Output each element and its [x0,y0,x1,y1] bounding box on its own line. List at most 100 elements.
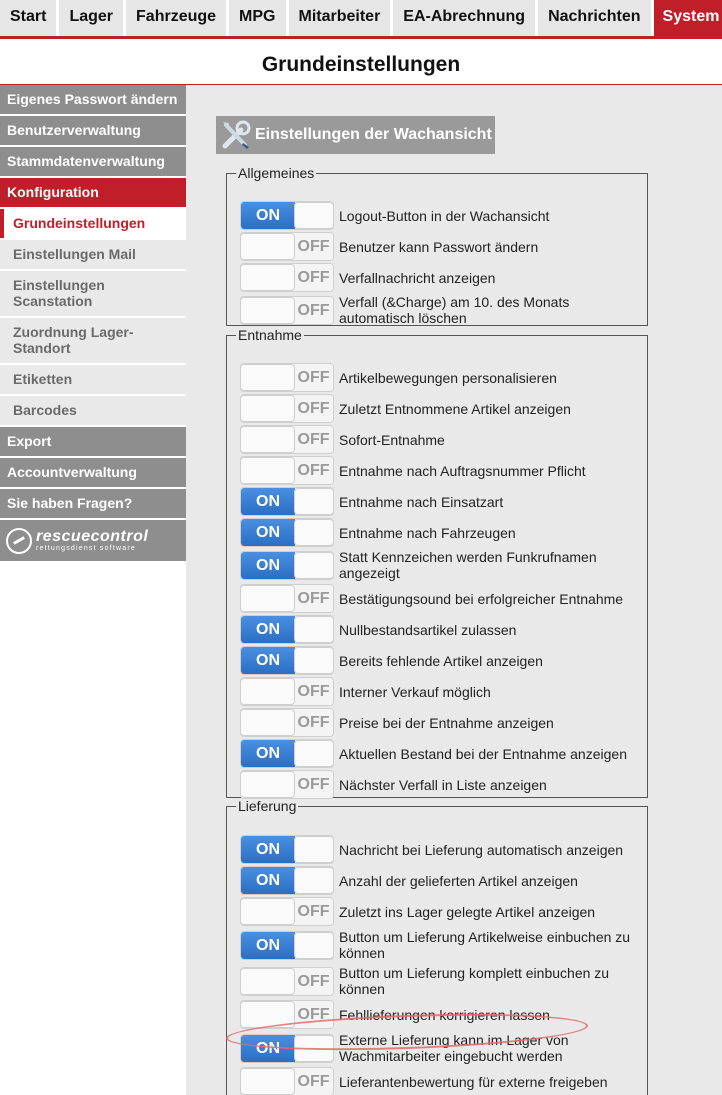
toggle-knob [294,519,333,546]
setting-toggle[interactable]: ONOFF [240,835,334,864]
setting-label: Zuletzt Entnommene Artikel anzeigen [339,400,571,417]
setting-row: ONOFF Bestätigungsound bei erfolgreicher … [240,584,640,613]
setting-toggle[interactable]: ONOFF [240,1033,334,1063]
nav-tab-system[interactable]: System [653,0,722,36]
setting-toggle[interactable]: ONOFF [240,615,334,644]
toggle-off-label: OFF [294,1001,333,1028]
toggle-on-label: ON [241,867,295,894]
setting-toggle[interactable]: ONOFF [240,584,334,613]
group-legend: Entnahme [238,327,302,343]
sidebar-subitem-barcodes[interactable]: Barcodes [0,396,186,425]
nav-tab-mpg[interactable]: MPG [229,0,286,36]
nav-tab-lager[interactable]: Lager [59,0,124,36]
sidebar-subitem-einstellungen-mail[interactable]: Einstellungen Mail [0,240,186,269]
setting-row: ONOFFExterne Lieferung kann im Lager von… [240,1032,640,1064]
setting-row: ONOFFButton um Lieferung Artikelweise ei… [240,929,640,961]
setting-toggle[interactable]: ONOFF [240,487,334,516]
toggle-off-label: OFF [294,709,333,736]
setting-toggle[interactable]: ONOFF [240,930,334,960]
setting-row: ONOFF Nächster Verfall in Liste anzeigen [240,770,640,799]
toggle-knob [241,264,295,291]
tools-icon [219,119,252,152]
setting-label: Button um Lieferung Artikelweise einbuch… [339,929,631,961]
sidebar-item-fragen[interactable]: Sie haben Fragen? [0,489,186,518]
sidebar-item-export[interactable]: Export [0,427,186,456]
group-legend: Allgemeines [238,165,315,181]
setting-toggle[interactable]: ONOFF [240,263,334,292]
setting-toggle[interactable]: ONOFF [240,866,334,895]
setting-label: Benutzer kann Passwort ändern [339,238,539,255]
setting-label: Fehllieferungen korrigieren lassen [339,1006,550,1023]
setting-toggle[interactable]: ONOFF [240,677,334,706]
sidebar-subitem-grundeinstellungen[interactable]: Grundeinstellungen [0,209,186,238]
toggle-on-label: ON [241,1034,295,1062]
toggle-knob [241,898,295,925]
setting-toggle[interactable]: ONOFF [240,646,334,675]
nav-tab-fahrzeuge[interactable]: Fahrzeuge [126,0,227,36]
setting-label: Entnahme nach Fahrzeugen [339,524,516,541]
setting-toggle[interactable]: ONOFF [240,394,334,423]
setting-label: Interner Verkauf möglich [339,683,491,700]
group-legend: Lieferung [238,798,297,814]
nav-tab-mitarbeiter[interactable]: Mitarbeiter [288,0,391,36]
setting-label: Button um Lieferung komplett einbuchen z… [339,965,610,997]
settings-group-entnahme: Entnahme ONOFFArtikelbewegungen personali… [226,327,648,799]
setting-toggle[interactable]: ONOFF [240,708,334,737]
toggle-knob [294,931,333,959]
setting-label: Nullbestandsartikel zulassen [339,621,517,638]
setting-toggle[interactable]: ONOFF [240,739,334,768]
setting-toggle[interactable]: ONOFF [240,363,334,392]
sidebar-item-accountverwaltung[interactable]: Accountverwaltung [0,458,186,487]
setting-toggle[interactable]: ONOFF [240,1000,334,1029]
setting-label: Logout-Button in der Wachansicht [339,207,550,224]
setting-label: Entnahme nach Auftragsnummer Pflicht [339,462,586,479]
nav-tab-nachrichten[interactable]: Nachrichten [538,0,651,36]
sidebar-item-passwort[interactable]: Eigenes Passwort ändern [0,85,186,114]
toggle-on-label: ON [241,551,295,579]
setting-row: ONOFF Zuletzt Entnommene Artikel anzeigen [240,394,640,423]
toggle-on-label: ON [241,647,295,674]
toggle-knob [294,616,333,643]
sidebar-subitem-etiketten[interactable]: Etiketten [0,365,186,394]
sidebar-subitem-einstellungen-scanstation[interactable]: Einstellungen Scanstation [0,271,186,316]
setting-row: ONOFF Interner Verkauf möglich [240,677,640,706]
setting-label: Nachricht bei Lieferung automatisch anze… [339,841,624,858]
setting-label: Preise bei der Entnahme anzeigen [339,714,554,731]
setting-toggle[interactable]: ONOFF [240,295,334,325]
toggle-off-label: OFF [294,296,333,324]
toggle-knob [241,364,295,391]
toggle-knob [294,1034,333,1062]
setting-toggle[interactable]: ONOFF [240,897,334,926]
toggle-off-label: OFF [294,395,333,422]
setting-row: ONOFF Nullbestandsartikel zulassen [240,615,640,644]
rescuecontrol-logo[interactable]: rescuecontrol rettungsdienst software [0,520,186,561]
setting-toggle[interactable]: ONOFF [240,425,334,454]
section-header: Einstellungen der Wachansicht [216,116,495,154]
setting-toggle[interactable]: ONOFF [240,456,334,485]
toggle-knob [241,1068,295,1095]
sidebar-subitem-zuordnung-lager-standort[interactable]: Zuordnung Lager-Standort [0,318,186,363]
nav-tab-ea-abrechnung[interactable]: EA-Abrechnung [393,0,536,36]
nav-tab-start[interactable]: Start [0,0,57,36]
sidebar-item-konfiguration[interactable]: Konfiguration [0,178,186,207]
setting-toggle[interactable]: ONOFF [240,232,334,261]
setting-toggle[interactable]: ONOFF [240,770,334,799]
setting-toggle[interactable]: ONOFF [240,518,334,547]
setting-row: ONOFF Bereits fehlende Artikel anzeigen [240,646,640,675]
sidebar-item-stammdatenverwaltung[interactable]: Stammdatenverwaltung [0,147,186,176]
setting-row: ONOFFStatt Kennzeichen werden Funkrufnam… [240,549,640,581]
setting-row: ONOFF Zuletzt ins Lager gelegte Artikel a… [240,897,640,926]
setting-row: ONOFF Nachricht bei Lieferung automatisch… [240,835,640,864]
sidebar-item-benutzerverwaltung[interactable]: Benutzerverwaltung [0,116,186,145]
setting-row: ONOFF Logout-Button in der Wachansicht [240,201,640,230]
top-navigation: Start Lager Fahrzeuge MPG Mitarbeiter EA… [0,0,722,39]
setting-toggle[interactable]: ONOFF [240,550,334,580]
setting-toggle[interactable]: ONOFF [240,966,334,996]
setting-toggle[interactable]: ONOFF [240,1067,334,1095]
toggle-on-label: ON [241,836,295,863]
setting-toggle[interactable]: ONOFF [240,201,334,230]
setting-row: ONOFF Artikelbewegungen personalisieren [240,363,640,392]
setting-row: ONOFF Verfallnachricht anzeigen [240,263,640,292]
setting-row: ONOFF Aktuellen Bestand bei der Entnahme … [240,739,640,768]
toggle-off-label: OFF [294,426,333,453]
